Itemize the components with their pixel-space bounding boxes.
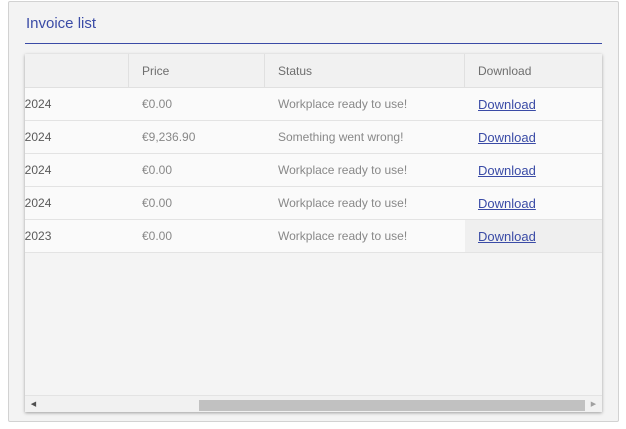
cell-download: Download bbox=[465, 220, 602, 252]
cell-date: 09/2024 bbox=[25, 97, 52, 111]
invoice-table: e Price Status Download 09/2024 €0.00 Wo… bbox=[25, 54, 602, 253]
cell-status: Workplace ready to use! bbox=[278, 229, 408, 243]
right-arrow-icon[interactable]: ▶ bbox=[585, 396, 602, 412]
cell-date: 01/2024 bbox=[25, 196, 52, 210]
download-link[interactable]: Download bbox=[478, 130, 536, 145]
cell-price: €0.00 bbox=[142, 97, 173, 111]
download-link[interactable]: Download bbox=[478, 196, 536, 211]
cell-status: Something went wrong! bbox=[278, 130, 404, 144]
horizontal-scrollbar[interactable]: ◀ ▶ bbox=[25, 395, 602, 412]
column-header-price[interactable]: Price bbox=[129, 54, 265, 87]
left-arrow-icon[interactable]: ◀ bbox=[25, 396, 42, 412]
table-row: 09/2023 €0.00 Workplace ready to use! Do… bbox=[25, 220, 602, 253]
cell-status: Workplace ready to use! bbox=[278, 97, 408, 111]
cell-download: Download bbox=[465, 121, 602, 153]
cell-price: €0.00 bbox=[142, 196, 173, 210]
cell-date: 09/2024 bbox=[25, 130, 52, 144]
column-header-date[interactable]: e bbox=[25, 54, 129, 87]
panel-title: Invoice list bbox=[26, 15, 97, 32]
column-header-download[interactable]: Download bbox=[465, 54, 602, 87]
table-header: e Price Status Download bbox=[25, 54, 602, 88]
invoice-panel: Invoice list e Price Status Download 09/… bbox=[8, 1, 619, 422]
cell-price: €0.00 bbox=[142, 229, 173, 243]
download-link[interactable]: Download bbox=[478, 163, 536, 178]
cell-date: 09/2024 bbox=[25, 163, 52, 177]
cell-price: €9,236.90 bbox=[142, 130, 196, 144]
table-row: 09/2024 €0.00 Workplace ready to use! Do… bbox=[25, 154, 602, 187]
cell-price: €0.00 bbox=[142, 163, 173, 177]
invoice-grid: e Price Status Download 09/2024 €0.00 Wo… bbox=[25, 54, 602, 412]
title-divider bbox=[25, 43, 602, 44]
download-link[interactable]: Download bbox=[478, 97, 536, 112]
scrollbar-thumb[interactable] bbox=[199, 400, 585, 411]
table-row: 09/2024 €0.00 Workplace ready to use! Do… bbox=[25, 88, 602, 121]
column-header-status[interactable]: Status bbox=[265, 54, 465, 87]
cell-download: Download bbox=[465, 88, 602, 120]
cell-download: Download bbox=[465, 187, 602, 219]
cell-date: 09/2023 bbox=[25, 229, 52, 243]
cell-status: Workplace ready to use! bbox=[278, 196, 408, 210]
table-row: 09/2024 €9,236.90 Something went wrong! … bbox=[25, 121, 602, 154]
cell-status: Workplace ready to use! bbox=[278, 163, 408, 177]
table-row: 01/2024 €0.00 Workplace ready to use! Do… bbox=[25, 187, 602, 220]
download-link[interactable]: Download bbox=[478, 229, 536, 244]
cell-download: Download bbox=[465, 154, 602, 186]
